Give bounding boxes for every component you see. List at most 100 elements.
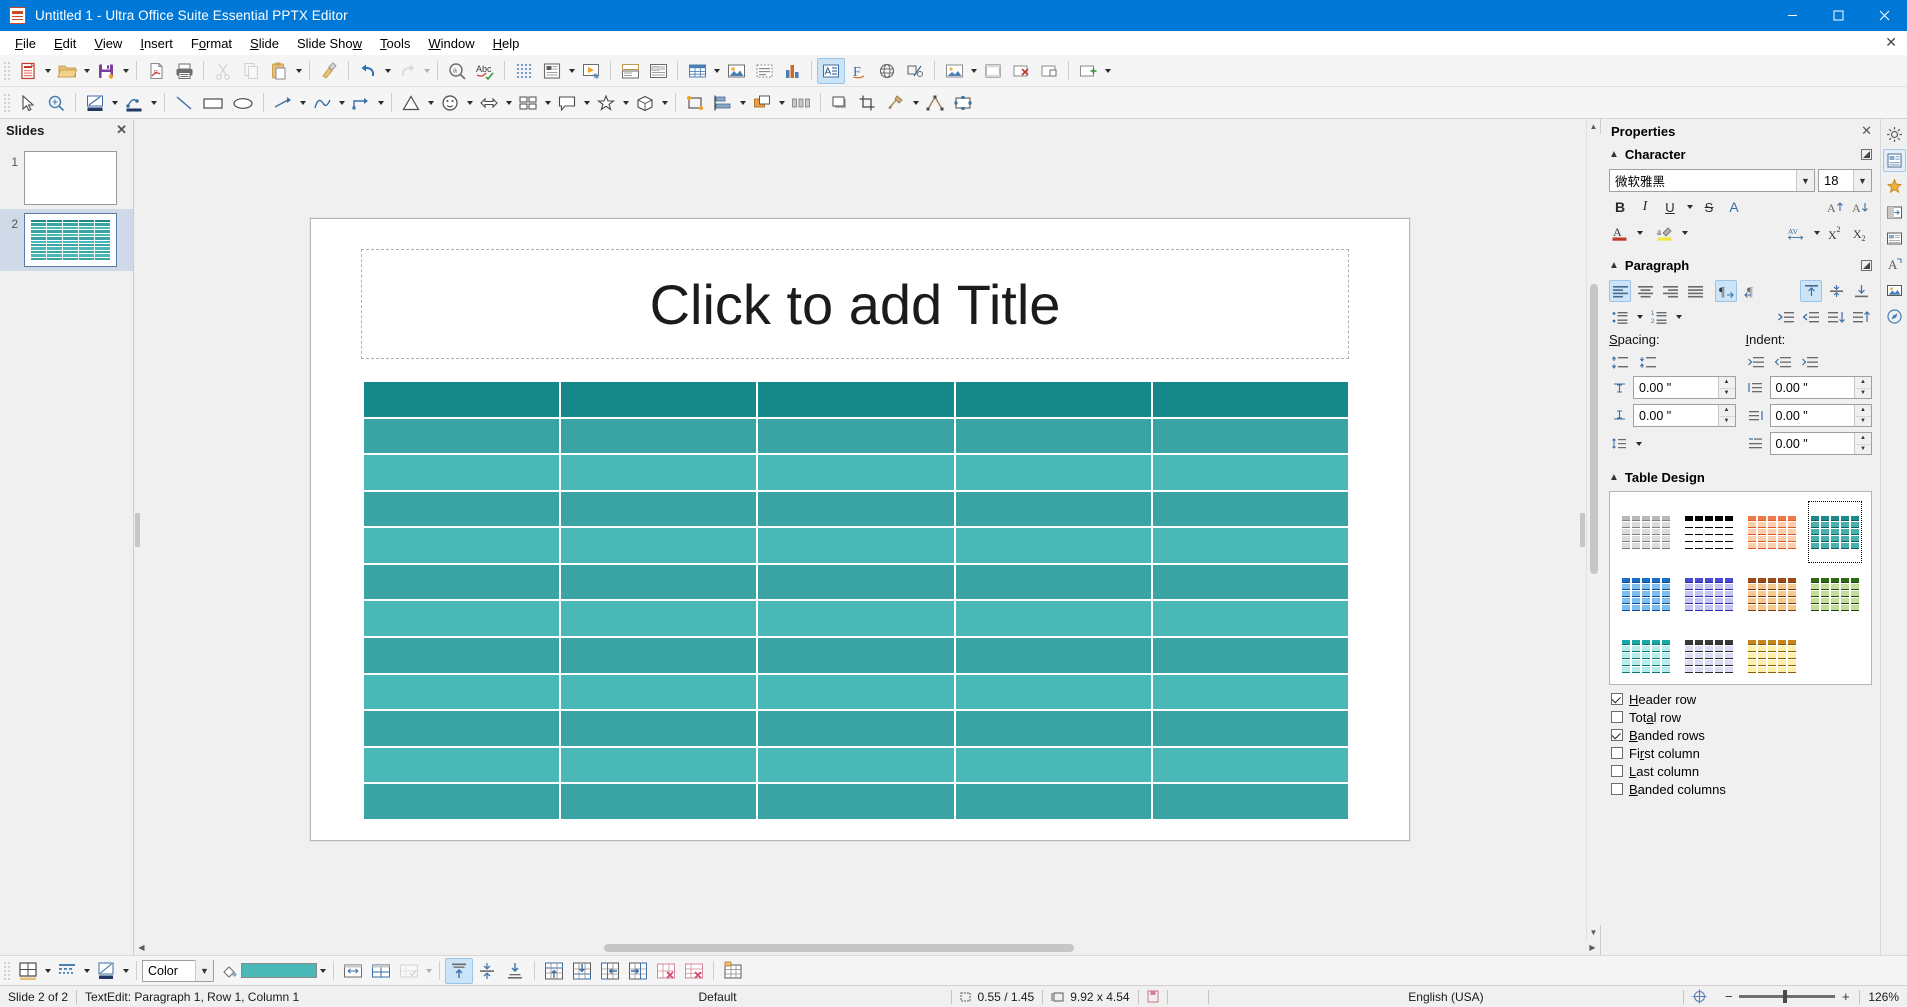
table-cell[interactable]	[561, 638, 757, 673]
menu-view[interactable]: View	[85, 33, 131, 54]
chevron-down-icon[interactable]: ▼	[1853, 170, 1871, 191]
slides-list[interactable]: 1 2	[0, 141, 133, 955]
new-document-dropdown[interactable]	[42, 58, 53, 84]
open-file-button[interactable]	[53, 58, 81, 84]
subscript-button[interactable]: X2	[1850, 222, 1872, 244]
horizontal-scrollbar[interactable]: ◀ ▶	[134, 940, 1600, 955]
table-cell[interactable]	[1152, 674, 1349, 710]
basic-shapes-tool[interactable]	[397, 90, 425, 116]
display-grid-button[interactable]	[510, 58, 538, 84]
table-style-blue[interactable]	[1619, 563, 1673, 625]
table-cell[interactable]	[364, 638, 560, 673]
table-cell[interactable]	[364, 711, 560, 746]
points-button[interactable]	[921, 90, 949, 116]
bold-button[interactable]: B	[1609, 196, 1631, 218]
slide-canvas[interactable]: Click to add Title	[310, 218, 1410, 841]
checkbox-box[interactable]	[1611, 711, 1623, 723]
font-name-input[interactable]: 微软雅黑 ▼	[1609, 169, 1815, 192]
clone-formatting-button[interactable]	[315, 58, 343, 84]
total-row-checkbox[interactable]: Total row	[1611, 708, 1872, 726]
last-column-checkbox[interactable]: Last column	[1611, 762, 1872, 780]
stars-dropdown[interactable]	[620, 90, 631, 116]
table-cell[interactable]	[561, 455, 757, 490]
ordered-list-dropdown[interactable]	[1673, 306, 1684, 328]
area-style-select[interactable]: Color ▼	[142, 959, 214, 982]
split-cells-button[interactable]	[367, 958, 395, 984]
border-style-button[interactable]	[53, 958, 81, 984]
table-cell[interactable]	[364, 601, 560, 637]
spacing-above-input[interactable]: 0.00 " ▲ ▼	[1633, 376, 1736, 399]
table-cell[interactable]	[758, 638, 954, 673]
table-style-yellow[interactable]	[1745, 625, 1799, 687]
table-cell[interactable]	[1152, 418, 1349, 454]
zoom-slider[interactable]: − +	[1715, 989, 1859, 1004]
decrease-indent-small-button[interactable]	[1773, 351, 1795, 373]
indent-after-stepper[interactable]: ▲ ▼	[1854, 405, 1871, 426]
scroll-up-icon[interactable]: ▲	[1587, 119, 1601, 134]
arrange-dropdown[interactable]	[776, 90, 787, 116]
table-style-default[interactable]	[1619, 501, 1673, 563]
scroll-right-icon[interactable]: ▶	[1585, 940, 1600, 955]
zoom-out-button[interactable]: −	[1723, 989, 1734, 1004]
table-cell[interactable]	[758, 674, 954, 710]
shadow-button[interactable]	[826, 90, 854, 116]
table-cell[interactable]	[561, 747, 757, 783]
table-header-cell[interactable]	[364, 382, 560, 417]
line-spacing-dropdown[interactable]	[1633, 433, 1644, 455]
insert-special-character-dropdown[interactable]	[968, 58, 979, 84]
indent-before-input[interactable]: 0.00 " ▲ ▼	[1769, 376, 1872, 399]
insert-column-before-button[interactable]	[596, 958, 624, 984]
table-header-cell[interactable]	[561, 382, 757, 417]
table-cell[interactable]	[1152, 455, 1349, 490]
vertical-scrollbar[interactable]: ▲ ▼	[1586, 119, 1601, 940]
table-style-brown[interactable]	[1745, 563, 1799, 625]
menu-insert[interactable]: Insert	[131, 33, 182, 54]
decrease-font-size-button[interactable]: A	[1850, 196, 1872, 218]
first-column-checkbox[interactable]: First column	[1611, 744, 1872, 762]
underline-dropdown[interactable]	[1684, 196, 1695, 218]
font-color-dropdown[interactable]	[1634, 222, 1645, 244]
fill-color-button[interactable]	[81, 90, 109, 116]
insert-table-button[interactable]	[683, 58, 711, 84]
table-cell[interactable]	[758, 564, 954, 600]
save-button[interactable]	[92, 58, 120, 84]
insert-column-after-button[interactable]	[624, 958, 652, 984]
italic-button[interactable]: I	[1634, 196, 1656, 218]
first-line-indent-stepper[interactable]: ▲ ▼	[1854, 433, 1871, 454]
table-cell[interactable]	[955, 638, 1151, 673]
banded-rows-checkbox[interactable]: Banded rows	[1611, 726, 1872, 744]
undo-button[interactable]	[354, 58, 382, 84]
vertical-scroll-thumb[interactable]	[1589, 284, 1598, 574]
table-cell[interactable]	[364, 418, 560, 454]
align-bottom-button[interactable]	[1850, 280, 1872, 302]
table-cell[interactable]	[1152, 784, 1349, 819]
zoom-tool[interactable]	[42, 90, 70, 116]
block-arrows-tool[interactable]	[475, 90, 503, 116]
sidebar-properties-icon[interactable]	[1882, 149, 1906, 172]
arrange-button[interactable]	[748, 90, 776, 116]
table-cell[interactable]	[364, 528, 560, 563]
zoom-level-status[interactable]: 126%	[1860, 986, 1907, 1007]
font-color-button[interactable]: A	[1609, 222, 1631, 244]
master-slide-status[interactable]: Default	[691, 986, 951, 1007]
zoom-slider-track[interactable]	[1739, 990, 1836, 1003]
curves-and-polygons-dropdown[interactable]	[336, 90, 347, 116]
table-row[interactable]	[364, 747, 1349, 783]
filter-dropdown[interactable]	[910, 90, 921, 116]
decrease-paragraph-spacing-button[interactable]	[1637, 351, 1659, 373]
zoom-slider-thumb[interactable]	[1783, 990, 1788, 1003]
find-and-replace-button[interactable]: a	[443, 58, 471, 84]
fill-color-dropdown[interactable]	[109, 90, 120, 116]
checkbox-box[interactable]	[1611, 783, 1623, 795]
menu-file[interactable]: File	[6, 33, 45, 54]
vertical-scroll-track[interactable]	[1586, 134, 1601, 925]
glue-points-button[interactable]	[949, 90, 977, 116]
align-objects-button[interactable]	[709, 90, 737, 116]
insert-table-dropdown[interactable]	[711, 58, 722, 84]
stepper-down-icon[interactable]: ▼	[1854, 387, 1871, 398]
table-cell[interactable]	[364, 455, 560, 490]
align-right-button[interactable]	[1659, 280, 1681, 302]
border-color-dropdown[interactable]	[120, 958, 131, 984]
stepper-up-icon[interactable]: ▲	[1717, 405, 1735, 416]
new-slide-button[interactable]	[1074, 58, 1102, 84]
